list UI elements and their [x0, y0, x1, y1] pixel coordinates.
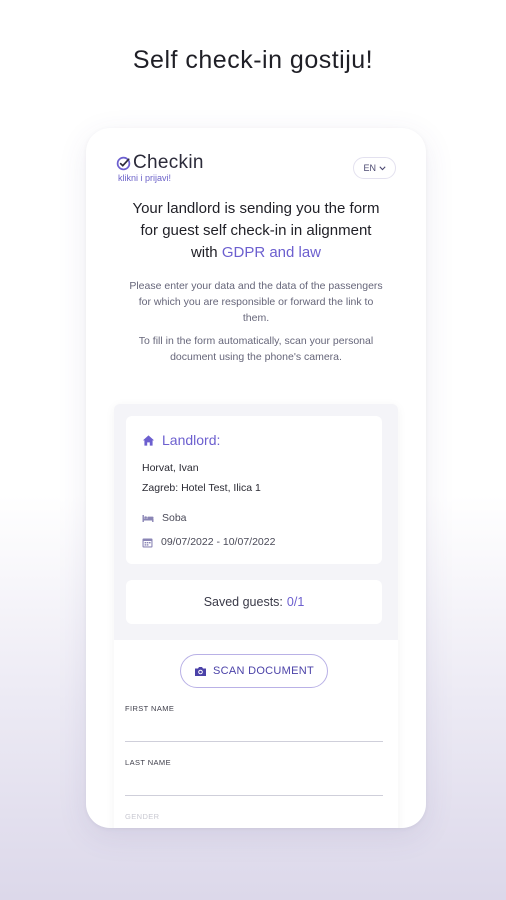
checkin-panel: Landlord: Horvat, Ivan Zagreb: Hotel Tes…: [114, 404, 398, 828]
logo-text: Checkin: [133, 152, 204, 173]
room-row: Soba: [142, 512, 187, 524]
gdpr-link[interactable]: GDPR and law: [222, 244, 321, 261]
dates-row: 09/07/2022 - 10/07/2022: [142, 536, 275, 548]
scan-document-label: SCAN DOCUMENT: [212, 665, 315, 677]
stay-dates: 09/07/2022 - 10/07/2022: [161, 536, 276, 548]
headline: Self check-in gostiju!: [132, 46, 374, 74]
scan-document-button[interactable]: SCAN DOCUMENT: [180, 654, 328, 688]
guest-form: SCAN DOCUMENT FIRST NAME LAST NAME GENDE…: [114, 640, 398, 828]
last-name-label: LAST NAME: [125, 758, 171, 767]
first-name-input[interactable]: [125, 741, 383, 742]
home-icon: [142, 434, 155, 446]
camera-icon: [194, 666, 206, 676]
check-circle-icon: [116, 156, 131, 170]
intro-text: Your landlord is sending you the form fo…: [126, 198, 386, 264]
app-logo: Checkin klikni i prijavi!: [116, 152, 204, 183]
first-name-label: FIRST NAME: [125, 704, 175, 713]
landlord-card: Landlord: Horvat, Ivan Zagreb: Hotel Tes…: [126, 416, 382, 564]
scan-instructions-paragraph: To fill in the form automatically, scan …: [138, 335, 374, 363]
calendar-icon: [142, 538, 153, 547]
instructions-paragraph: Please enter your data and the data of t…: [129, 280, 383, 324]
room-name: Soba: [162, 512, 187, 524]
phone-screen: Checkin klikni i prijavi! EN Your landlo…: [86, 128, 426, 828]
saved-guests-count: 0/1: [286, 595, 305, 609]
chevron-down-icon: [379, 165, 386, 170]
language-value: EN: [363, 163, 376, 173]
last-name-input[interactable]: [125, 795, 383, 796]
landlord-title: Landlord:: [162, 432, 221, 448]
saved-guests-card: Saved guests: 0/1: [126, 580, 382, 624]
landlord-address: Zagreb: Hotel Test, Ilica 1: [142, 482, 261, 494]
gender-label: GENDER: [125, 812, 160, 821]
bed-icon: [142, 515, 154, 522]
saved-guests-label: Saved guests:: [203, 595, 283, 609]
landlord-name: Horvat, Ivan: [142, 462, 199, 474]
logo-tagline: klikni i prijavi!: [118, 173, 172, 183]
language-selector[interactable]: EN: [353, 157, 396, 179]
